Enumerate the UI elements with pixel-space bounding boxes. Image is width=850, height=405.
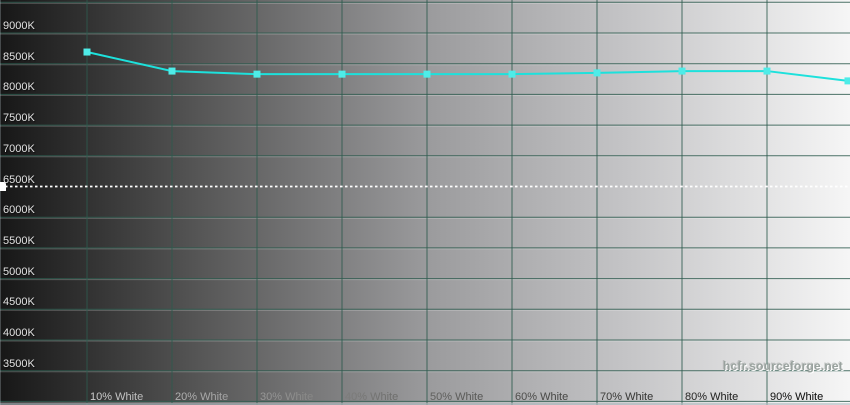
- data-point-marker: [845, 77, 850, 84]
- y-tick-label: 6500K: [3, 174, 35, 186]
- y-tick-label: 3500K: [3, 358, 35, 370]
- x-tick-label: 70% White: [600, 391, 653, 403]
- x-tick-label: 80% White: [685, 391, 738, 403]
- y-tick-label: 7500K: [3, 112, 35, 124]
- y-tick-label: 4000K: [3, 327, 35, 339]
- data-point-marker: [254, 71, 261, 78]
- x-tick-label: 10% White: [90, 391, 143, 403]
- y-tick-label: 9000K: [3, 20, 35, 32]
- y-tick-label: 6000K: [3, 204, 35, 216]
- x-tick-label: 30% White: [260, 391, 313, 403]
- temperature-curve: [87, 52, 848, 81]
- watermark: hcfr.sourceforge.net: [723, 359, 843, 373]
- data-point-marker: [509, 71, 516, 78]
- data-point-marker: [764, 68, 771, 75]
- data-point-marker: [594, 69, 601, 76]
- plot-area: [0, 0, 850, 405]
- y-tick-label: 8500K: [3, 51, 35, 63]
- y-tick-label: 5500K: [3, 235, 35, 247]
- color-temperature-chart: 9000K 8500K 8000K 7500K 7000K 6500K 6000K 5500K…: [0, 0, 850, 405]
- data-point-marker: [424, 71, 431, 78]
- data-point-marker: [84, 49, 91, 56]
- y-tick-label: 7000K: [3, 143, 35, 155]
- data-point-marker: [169, 68, 176, 75]
- data-point-marker: [339, 71, 346, 78]
- x-tick-label: 40% White: [345, 391, 398, 403]
- x-tick-label: 50% White: [430, 391, 483, 403]
- y-tick-label: 8000K: [3, 81, 35, 93]
- x-tick-label: 20% White: [175, 391, 228, 403]
- data-point-marker: [679, 68, 686, 75]
- y-tick-label: 5000K: [3, 266, 35, 278]
- x-tick-label: 60% White: [515, 391, 568, 403]
- y-tick-label: 4500K: [3, 296, 35, 308]
- x-tick-label: 90% White: [770, 391, 823, 403]
